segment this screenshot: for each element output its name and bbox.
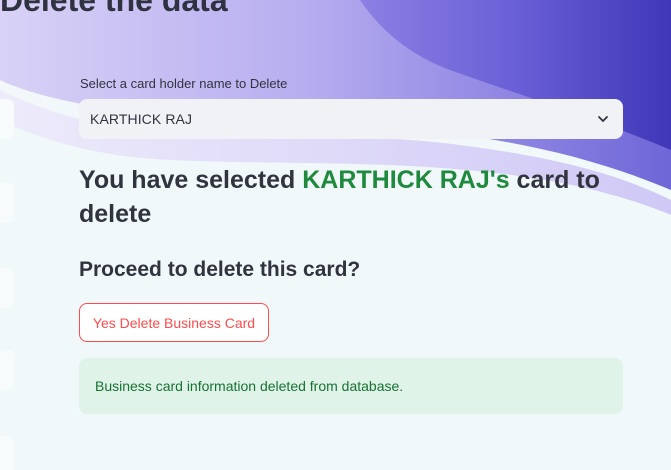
page: Delete the data Select a card holder nam… — [0, 0, 671, 470]
sidebar-card — [0, 436, 14, 470]
selected-card-holder-name: KARTHICK RAJ's — [302, 166, 510, 194]
select-value: KARTHICK RAJ — [90, 111, 193, 127]
sidebar-card — [0, 350, 14, 390]
sidebar-card — [0, 99, 14, 139]
proceed-heading: Proceed to delete this card? — [79, 258, 361, 281]
success-alert: Business card information deleted from d… — [79, 358, 623, 414]
selected-card-message: You have selected KARTHICK RAJ's card to… — [79, 163, 609, 231]
sidebar-card — [0, 268, 14, 308]
page-title: Delete the data — [0, 0, 228, 18]
chevron-down-icon[interactable] — [595, 111, 611, 127]
select-label: Select a card holder name to Delete — [80, 76, 288, 91]
yes-delete-business-card-button[interactable]: Yes Delete Business Card — [79, 303, 269, 342]
card-holder-select[interactable]: KARTHICK RAJ — [79, 99, 623, 139]
selected-message-prefix: You have selected — [79, 166, 303, 194]
success-alert-text: Business card information deleted from d… — [95, 378, 404, 394]
sidebar-card — [0, 183, 14, 223]
